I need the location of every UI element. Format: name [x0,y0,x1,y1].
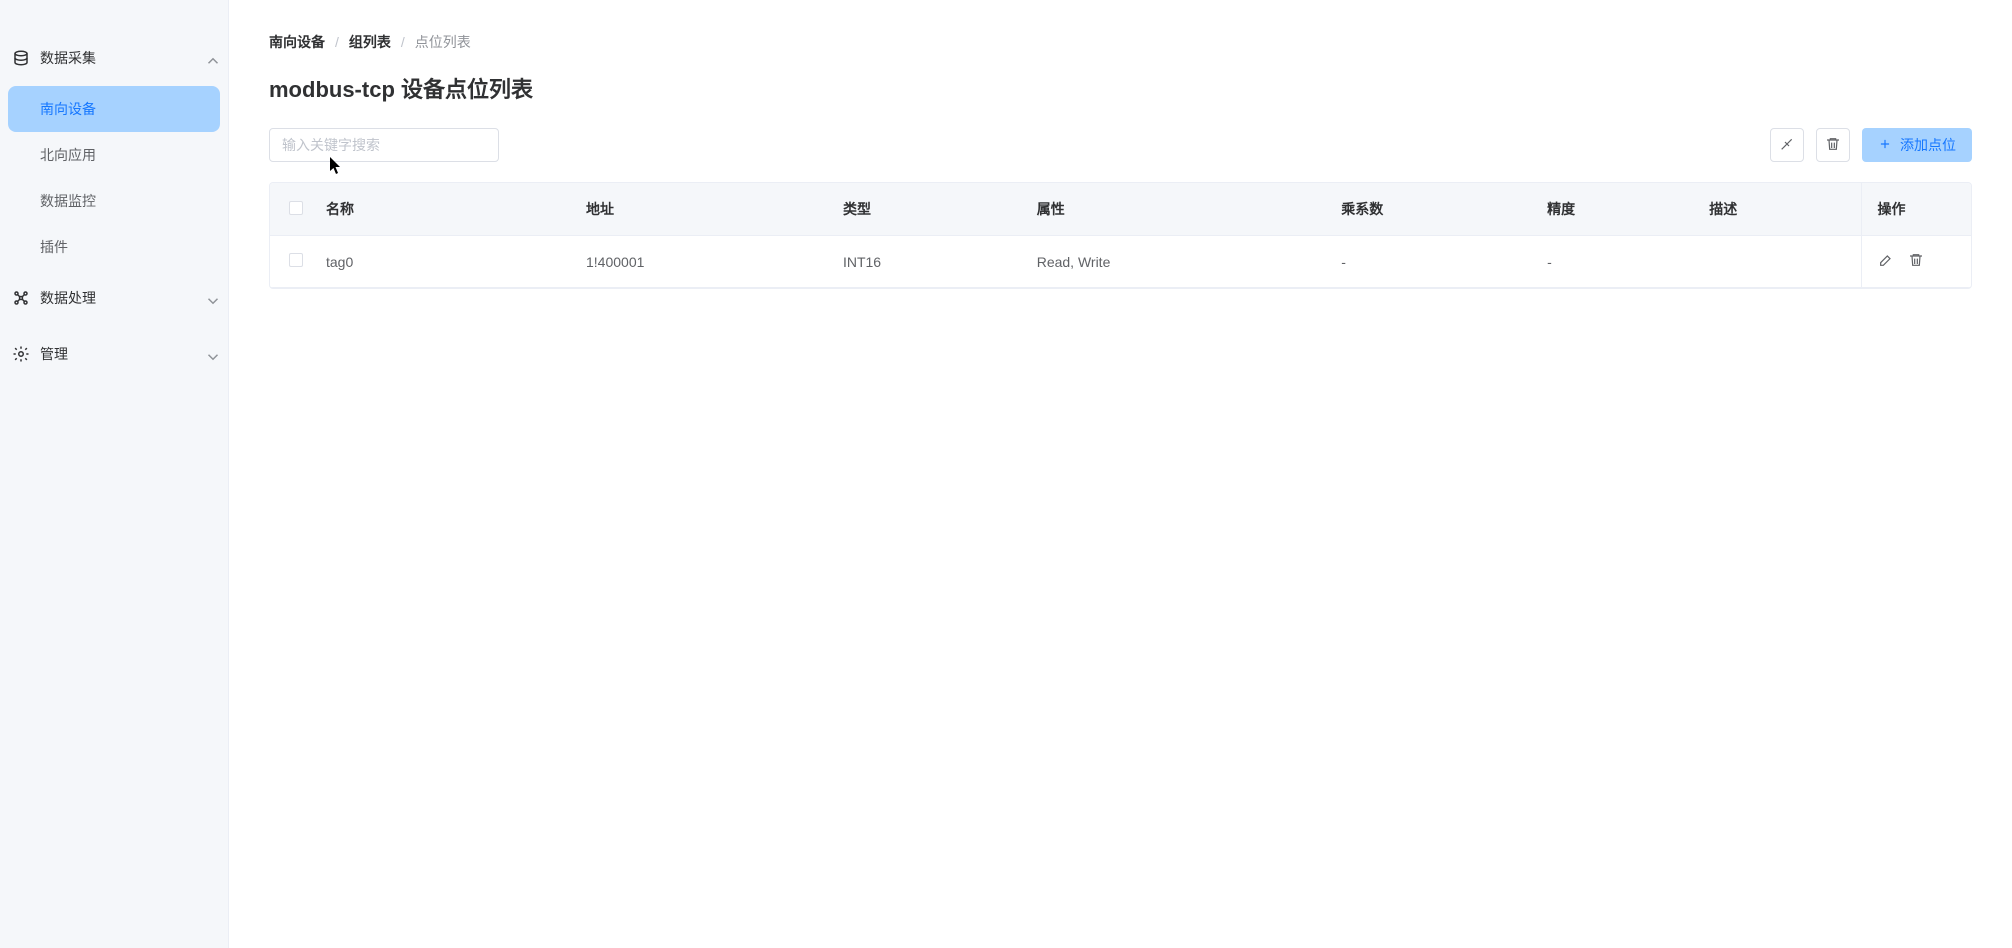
menu-header-data-collection[interactable]: 数据采集 [0,30,228,86]
sidebar-item-data-monitor[interactable]: 数据监控 [8,178,220,224]
column-header-address: 地址 [574,183,831,236]
sidebar: 数据采集 南向设备 北向应用 数据监控 插件 [0,0,228,948]
cell-attribute: Read, Write [1025,236,1330,288]
delete-button[interactable] [1816,128,1850,162]
cell-multiplier: - [1329,236,1535,288]
search-input[interactable] [269,128,499,162]
sidebar-item-label: 北向应用 [40,145,96,165]
cell-description [1697,236,1861,288]
chevron-down-icon [204,292,216,304]
table-row: tag0 1!400001 INT16 Read, Write - - [270,236,1971,288]
column-header-attribute: 属性 [1025,183,1330,236]
menu-group-collection: 数据采集 南向设备 北向应用 数据监控 插件 [0,0,228,270]
sidebar-item-label: 数据监控 [40,191,96,211]
menu-label: 数据采集 [40,48,96,68]
flow-icon [12,289,30,307]
sidebar-item-label: 南向设备 [40,99,96,119]
menu-header-admin[interactable]: 管理 [0,326,228,382]
database-icon [12,49,30,67]
toolbar: 添加点位 [269,128,1972,162]
delete-icon[interactable] [1908,252,1924,271]
column-header-multiplier: 乘系数 [1329,183,1535,236]
cell-address: 1!400001 [574,236,831,288]
breadcrumb-separator: / [335,34,339,50]
edit-icon[interactable] [1878,252,1894,271]
gear-icon [12,345,30,363]
row-actions [1878,252,1960,271]
breadcrumb-group-list[interactable]: 组列表 [349,32,391,52]
clear-button[interactable] [1770,128,1804,162]
column-header-type: 类型 [831,183,1025,236]
chevron-down-icon [204,348,216,360]
cell-name: tag0 [314,236,574,288]
menu-label: 数据处理 [40,288,96,308]
cell-type: INT16 [831,236,1025,288]
trash-icon [1825,136,1841,155]
cell-precision: - [1535,236,1697,288]
page-title: modbus-tcp 设备点位列表 [269,72,1972,104]
sidebar-item-north-apps[interactable]: 北向应用 [8,132,220,178]
add-tag-button[interactable]: 添加点位 [1862,128,1972,162]
column-header-name: 名称 [314,183,574,236]
broom-icon [1779,136,1795,155]
main-content: 南向设备 / 组列表 / 点位列表 modbus-tcp 设备点位列表 [228,0,2012,948]
button-label: 添加点位 [1900,135,1956,155]
submenu-data-collection: 南向设备 北向应用 数据监控 插件 [0,86,228,270]
breadcrumb: 南向设备 / 组列表 / 点位列表 [269,32,1972,52]
menu-header-data-processing[interactable]: 数据处理 [0,270,228,326]
menu-group-admin: 管理 [0,326,228,382]
column-header-checkbox [270,183,314,236]
chevron-up-icon [204,52,216,64]
sidebar-item-label: 插件 [40,237,68,257]
plus-icon [1878,137,1900,154]
row-checkbox[interactable] [289,253,303,267]
menu-label: 管理 [40,344,68,364]
table-header-row: 名称 地址 类型 属性 乘系数 精度 描述 操作 [270,183,1971,236]
column-header-description: 描述 [1697,183,1861,236]
breadcrumb-current: 点位列表 [415,32,471,52]
breadcrumb-separator: / [401,34,405,50]
select-all-checkbox[interactable] [289,201,303,215]
tags-table: 名称 地址 类型 属性 乘系数 精度 描述 操作 tag0 1!400001 [269,182,1972,289]
sidebar-item-plugins[interactable]: 插件 [8,224,220,270]
breadcrumb-south-devices[interactable]: 南向设备 [269,32,325,52]
column-header-precision: 精度 [1535,183,1697,236]
menu-group-processing: 数据处理 [0,270,228,326]
sidebar-item-south-devices[interactable]: 南向设备 [8,86,220,132]
column-header-actions: 操作 [1861,183,1971,236]
